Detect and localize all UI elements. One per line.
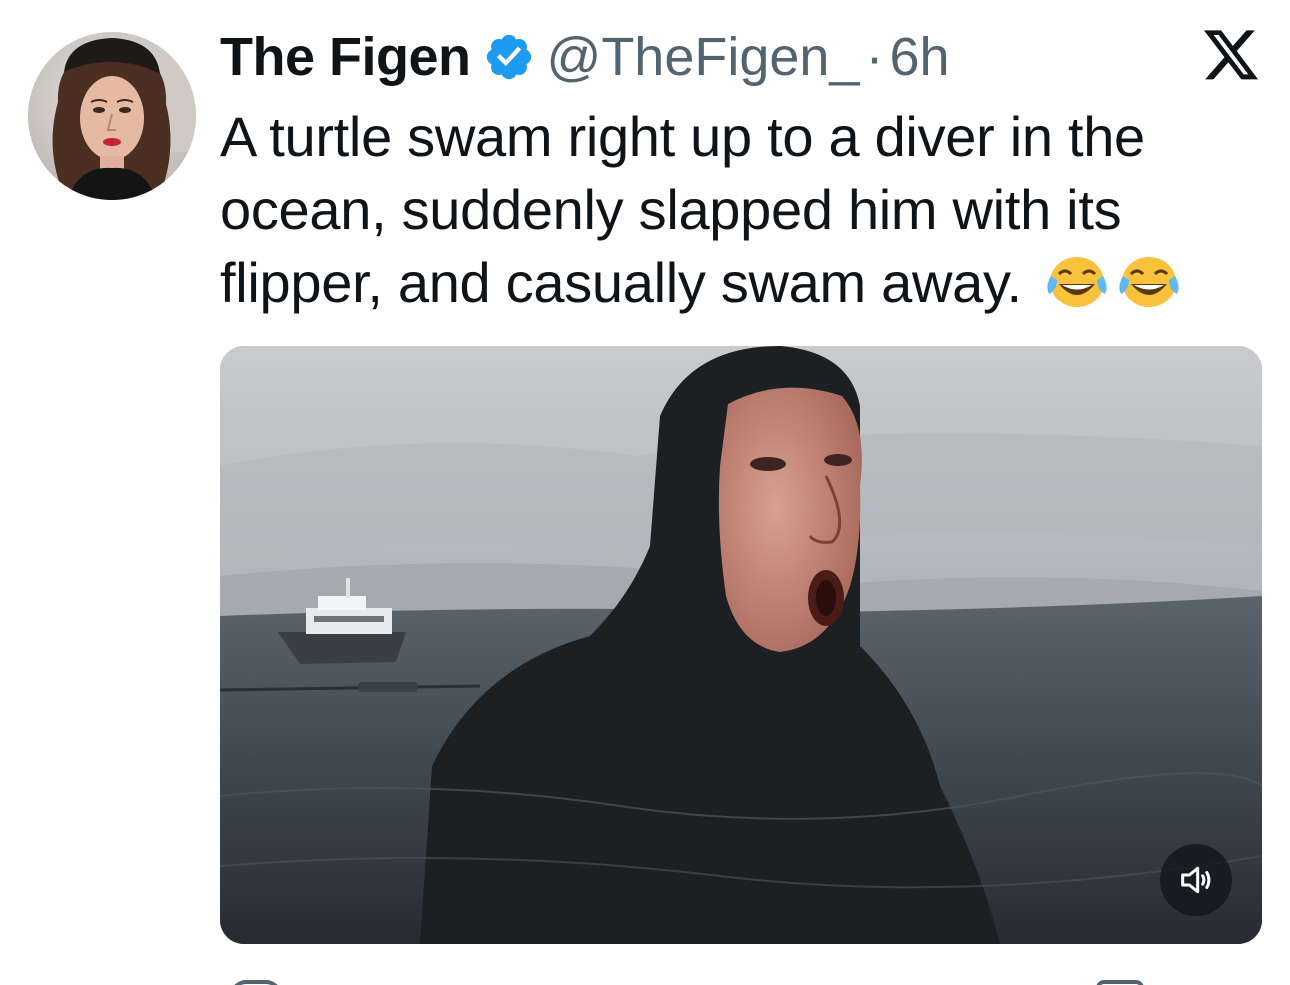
tweet-text: A turtle swam right up to a diver in the… — [220, 100, 1260, 319]
face-with-tears-of-joy-icon — [1047, 257, 1107, 307]
face-with-tears-of-joy-icon — [1119, 257, 1179, 307]
reply-icon[interactable] — [230, 980, 282, 985]
author-handle[interactable]: @TheFigen_ — [547, 26, 860, 88]
verified-badge-icon — [486, 34, 531, 80]
x-logo-icon[interactable] — [1204, 30, 1260, 82]
volume-button[interactable] — [1160, 844, 1232, 916]
avatar-image — [28, 32, 196, 200]
tweet-card[interactable]: The Figen @TheFigen_ · 6h A turtle swam … — [0, 0, 1290, 985]
separator-dot: · — [865, 27, 884, 87]
video-thumbnail — [220, 346, 1262, 944]
action-bar — [220, 972, 1260, 985]
tweet-body: A turtle swam right up to a diver in the… — [220, 105, 1145, 314]
tweet-timestamp[interactable]: 6h — [889, 26, 949, 88]
author-display-name[interactable]: The Figen — [220, 26, 471, 88]
speaker-icon — [1181, 866, 1211, 894]
video-player[interactable] — [220, 346, 1262, 944]
author-avatar[interactable] — [28, 32, 196, 200]
tweet-header: The Figen @TheFigen_ · 6h — [220, 22, 950, 92]
bookmark-icon[interactable] — [1096, 980, 1144, 985]
